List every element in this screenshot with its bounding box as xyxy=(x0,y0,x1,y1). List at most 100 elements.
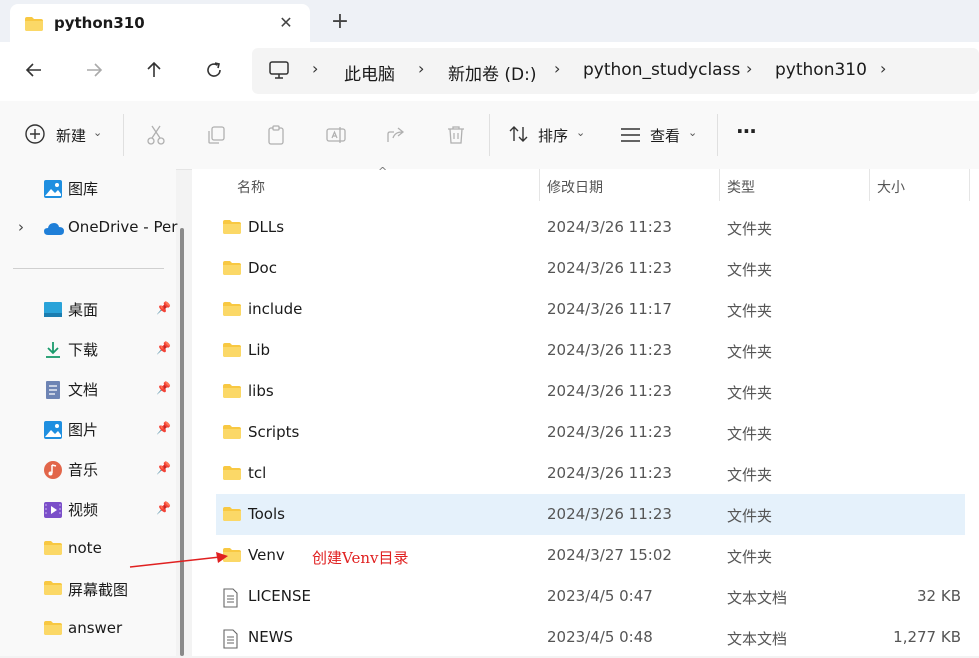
chevron-right-icon[interactable]: › xyxy=(18,218,24,236)
rename-icon xyxy=(326,127,346,143)
list-view-icon xyxy=(620,126,642,148)
breadcrumb-this-pc[interactable]: 此电脑 xyxy=(344,60,395,85)
tab-close-icon[interactable]: ✕ xyxy=(274,11,298,35)
file-name[interactable]: libs xyxy=(248,382,274,400)
breadcrumb-drive-d[interactable]: 新加卷 (D:) xyxy=(448,60,537,85)
file-row[interactable]: DLLs 2024/3/26 11:23 文件夹 xyxy=(216,207,965,248)
file-row[interactable]: Scripts 2024/3/26 11:23 文件夹 xyxy=(216,412,965,453)
column-divider[interactable] xyxy=(539,169,540,201)
pin-icon[interactable]: 📌 xyxy=(156,341,171,355)
chevron-right-icon[interactable]: › xyxy=(312,59,318,78)
sidebar-item-documents[interactable]: 文档 📌 xyxy=(0,372,176,406)
breadcrumb-python310[interactable]: python310 xyxy=(775,60,867,80)
chevron-down-icon: ⌄ xyxy=(688,126,698,139)
address-bar[interactable]: › 此电脑 › 新加卷 (D:) › python_studyclass › p… xyxy=(252,48,979,94)
arrow-up-icon xyxy=(147,61,161,77)
sort-icon xyxy=(508,124,530,148)
file-name[interactable]: DLLs xyxy=(248,218,284,236)
file-name[interactable]: tcl xyxy=(248,464,266,482)
file-name[interactable]: Scripts xyxy=(248,423,299,441)
chevron-right-icon[interactable]: › xyxy=(746,59,752,78)
sidebar-item-label: answer xyxy=(68,619,123,637)
file-name[interactable]: include xyxy=(248,300,302,318)
annotation-arrow xyxy=(129,552,228,568)
new-button[interactable]: 新建 ⌄ xyxy=(24,123,108,147)
sidebar-item-gallery[interactable]: 图库 xyxy=(0,171,176,205)
sidebar-item-label: 桌面 xyxy=(68,301,99,319)
more-options-button[interactable]: ··· xyxy=(736,119,757,143)
file-type: 文件夹 xyxy=(727,302,773,320)
pin-icon[interactable]: 📌 xyxy=(156,461,171,475)
file-row[interactable]: Lib 2024/3/26 11:23 文件夹 xyxy=(216,330,965,371)
music-icon xyxy=(43,460,63,480)
file-date: 2024/3/26 11:23 xyxy=(547,382,672,400)
column-divider[interactable] xyxy=(869,169,870,201)
plus-circle-icon xyxy=(24,123,46,149)
copy-icon xyxy=(208,126,225,144)
file-type: 文件夹 xyxy=(727,220,773,238)
sort-button[interactable]: 排序 ⌄ xyxy=(508,123,592,147)
column-header-type[interactable]: 类型 xyxy=(727,177,755,197)
file-name[interactable]: Tools xyxy=(248,505,285,523)
column-divider[interactable] xyxy=(969,169,970,201)
chevron-right-icon[interactable]: › xyxy=(554,59,560,78)
pin-icon[interactable]: 📌 xyxy=(156,501,171,515)
file-name[interactable]: Venv xyxy=(248,546,285,564)
file-name[interactable]: Doc xyxy=(248,259,277,277)
refresh-button[interactable] xyxy=(194,50,234,90)
folder-icon xyxy=(43,540,63,560)
chevron-right-icon[interactable]: › xyxy=(418,59,424,78)
delete-button[interactable] xyxy=(444,123,468,147)
pin-icon[interactable]: 📌 xyxy=(156,381,171,395)
sidebar-item-desktop[interactable]: 桌面 📌 xyxy=(0,292,176,326)
file-row[interactable]: Tools 2024/3/26 11:23 文件夹 xyxy=(216,494,965,535)
navigation-bar: › 此电脑 › 新加卷 (D:) › python_studyclass › p… xyxy=(0,42,979,101)
video-icon xyxy=(43,500,63,520)
sidebar-item-pictures[interactable]: 图片 📌 xyxy=(0,412,176,446)
sidebar-item-label: note xyxy=(68,539,102,557)
file-row[interactable]: libs 2024/3/26 11:23 文件夹 xyxy=(216,371,965,412)
share-icon xyxy=(387,127,405,142)
file-row[interactable]: Doc 2024/3/26 11:23 文件夹 xyxy=(216,248,965,289)
file-date: 2024/3/26 11:23 xyxy=(547,341,672,359)
file-row[interactable]: NEWS 2023/4/5 0:48 文本文档 1,277 KB xyxy=(216,617,965,658)
document-icon xyxy=(43,380,63,400)
sidebar-item-onedrive[interactable]: › OneDrive - Per xyxy=(0,211,177,245)
up-button[interactable] xyxy=(134,50,174,90)
file-name[interactable]: NEWS xyxy=(248,628,293,646)
column-header-name[interactable]: 名称 xyxy=(237,177,265,197)
file-size: 1,277 KB xyxy=(893,628,961,646)
new-tab-button[interactable]: + xyxy=(326,8,354,36)
sidebar-item-videos[interactable]: 视频 📌 xyxy=(0,492,176,526)
file-date: 2023/4/5 0:47 xyxy=(547,587,653,605)
file-row[interactable]: tcl 2024/3/26 11:23 文件夹 xyxy=(216,453,965,494)
copy-button[interactable] xyxy=(204,123,228,147)
sidebar-item-downloads[interactable]: 下载 📌 xyxy=(0,332,176,366)
cut-button[interactable] xyxy=(144,123,168,147)
back-button[interactable] xyxy=(14,50,54,90)
file-name[interactable]: Lib xyxy=(248,341,270,359)
file-date: 2023/4/5 0:48 xyxy=(547,628,653,646)
tab-python310[interactable]: python310 ✕ xyxy=(10,4,310,42)
file-name[interactable]: LICENSE xyxy=(248,587,311,605)
sidebar-item-answer[interactable]: answer xyxy=(0,612,176,646)
view-button[interactable]: 查看 ⌄ xyxy=(620,123,704,147)
annotation-text: 创建Venv目录 xyxy=(312,549,409,567)
file-row[interactable]: LICENSE 2023/4/5 0:47 文本文档 32 KB xyxy=(216,576,965,617)
pin-icon[interactable]: 📌 xyxy=(156,301,171,315)
column-header-size[interactable]: 大小 xyxy=(877,177,905,197)
share-button[interactable] xyxy=(384,123,408,147)
sidebar-item-screenshots[interactable]: 屏幕截图 xyxy=(0,572,176,606)
breadcrumb-python-studyclass[interactable]: python_studyclass xyxy=(583,60,740,80)
column-header-date[interactable]: 修改日期 xyxy=(547,177,603,197)
pin-icon[interactable]: 📌 xyxy=(156,421,171,435)
sidebar-scrollbar[interactable] xyxy=(180,228,184,656)
chevron-right-icon[interactable]: › xyxy=(880,59,886,78)
sidebar-item-music[interactable]: 音乐 📌 xyxy=(0,452,176,486)
file-row[interactable]: include 2024/3/26 11:17 文件夹 xyxy=(216,289,965,330)
folder-icon xyxy=(222,424,242,444)
forward-button[interactable] xyxy=(74,50,114,90)
column-divider[interactable] xyxy=(719,169,720,201)
rename-button[interactable] xyxy=(324,123,348,147)
paste-button[interactable] xyxy=(264,123,288,147)
